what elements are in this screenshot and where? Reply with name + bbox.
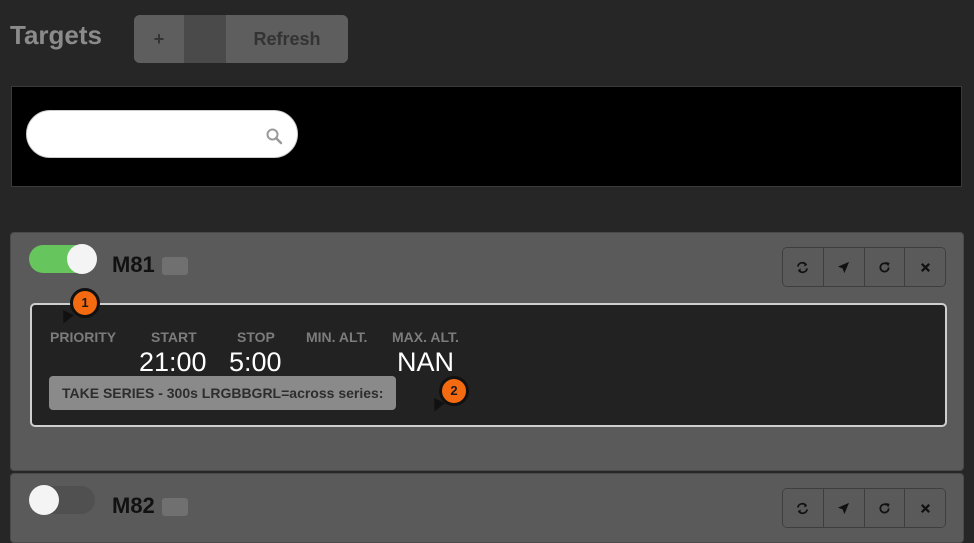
page-title: Targets [10, 20, 102, 50]
target-name: M82 [112, 493, 155, 518]
plus-icon: + [153, 28, 165, 49]
annotation-marker-1: 1 [70, 288, 100, 318]
toggle-knob [67, 244, 97, 274]
reload-icon [879, 261, 890, 272]
start-value: 21:00 [139, 347, 207, 377]
toggle-knob [29, 485, 59, 515]
refresh-icon [797, 261, 809, 273]
delete-target-button[interactable] [905, 248, 945, 286]
refresh-icon [797, 502, 809, 514]
reload-icon [879, 502, 890, 513]
target-name: M81 [112, 252, 155, 277]
reload-target-button[interactable] [864, 489, 906, 527]
max-alt-value: NAN [397, 347, 455, 377]
min-alt-header: MIN. ALT. [306, 329, 368, 345]
target-enable-toggle[interactable] [29, 244, 97, 274]
max-alt-header: MAX. ALT. [392, 329, 459, 345]
search-panel [11, 86, 962, 187]
locate-target-button[interactable] [823, 489, 865, 527]
sequence-button[interactable]: TAKE SERIES - 300s LRGBBGRL=across serie… [49, 376, 397, 410]
target-name-badge [162, 257, 188, 275]
search-box [26, 110, 298, 158]
annotation-marker-2: 2 [439, 376, 469, 406]
target-card-m81: M81 PRIORITY START STOP MIN. ALT. MAX. A… [10, 232, 964, 471]
target-actions [782, 247, 946, 287]
search-icon[interactable] [265, 127, 283, 145]
reload-target-button[interactable] [864, 248, 906, 286]
locate-icon [838, 502, 850, 514]
start-header: START [151, 329, 197, 345]
close-icon [920, 503, 930, 513]
blank-button[interactable] [184, 15, 226, 63]
stop-value: 5:00 [229, 347, 282, 377]
refresh-button[interactable]: Refresh [226, 15, 348, 63]
refresh-target-button[interactable] [783, 248, 824, 286]
add-target-button[interactable]: + [134, 15, 184, 63]
locate-target-button[interactable] [823, 248, 865, 286]
priority-header: PRIORITY [50, 329, 117, 345]
close-icon [920, 262, 930, 272]
target-card-m82: M82 [10, 473, 964, 543]
target-details: PRIORITY START STOP MIN. ALT. MAX. ALT. … [30, 303, 947, 427]
search-input[interactable] [45, 121, 269, 149]
stop-header: STOP [237, 329, 275, 345]
delete-target-button[interactable] [905, 489, 945, 527]
refresh-target-button[interactable] [783, 489, 824, 527]
target-enable-toggle[interactable] [29, 485, 95, 515]
target-actions [782, 488, 946, 528]
locate-icon [838, 261, 850, 273]
header-button-group: + Refresh [134, 15, 348, 63]
target-name-badge [162, 498, 188, 516]
